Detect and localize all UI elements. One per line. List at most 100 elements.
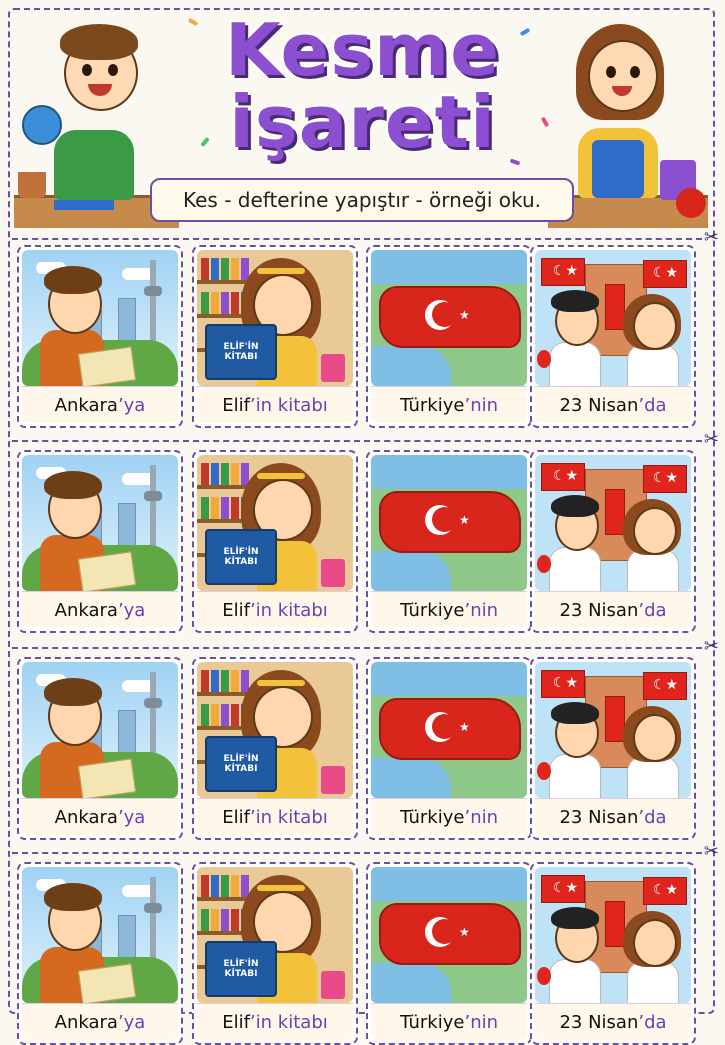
card-ankara[interactable]: Ankara’ya	[17, 245, 183, 428]
card-elif[interactable]: ELİF'İN KİTABI Elif’in kitabı	[192, 862, 358, 1045]
card-label: Türkiye’nin	[371, 1003, 527, 1040]
instruction-banner: Kes - defterine yapıştır - örneği oku.	[150, 178, 574, 222]
crescent-icon	[432, 919, 457, 944]
card-illustration: ELİF'İN KİTABI	[197, 867, 353, 1003]
label-stem: Türkiye	[399, 1011, 465, 1033]
globe-icon	[22, 105, 62, 145]
header: Kesme işareti Kes - defterine yapıştır -…	[0, 0, 725, 232]
card-elif[interactable]: ELİF'İN KİTABI Elif’in kitabı	[192, 245, 358, 428]
label-suffix: ’in kitabı	[249, 599, 328, 621]
card-nisan[interactable]: ☾★ ☾★ 23 Nisan’da	[530, 657, 696, 840]
book-spine	[211, 875, 219, 897]
book-spine	[231, 909, 239, 931]
balloon-icon	[537, 350, 551, 368]
balloon-icon	[537, 967, 551, 985]
book-spine	[231, 258, 239, 280]
boy-hair	[44, 266, 102, 294]
book-cover: ELİF'İN KİTABI	[205, 529, 277, 585]
label-suffix: ’in kitabı	[249, 1011, 328, 1033]
label-suffix: ’ya	[117, 806, 146, 828]
book-spine	[231, 704, 239, 726]
label-stem: 23 Nisan	[559, 1011, 639, 1033]
book-spine	[201, 258, 209, 280]
card-ankara[interactable]: Ankara’ya	[17, 657, 183, 840]
sea-area	[371, 867, 527, 901]
label-stem: Ankara	[54, 806, 118, 828]
pencil-cup-icon	[321, 354, 345, 382]
flag-banner	[605, 696, 625, 742]
label-suffix: ’da	[638, 1011, 667, 1033]
balloon-icon	[537, 762, 551, 780]
card-elif[interactable]: ELİF'İN KİTABI Elif’in kitabı	[192, 657, 358, 840]
sea-area	[371, 551, 451, 591]
scissors-icon[interactable]: ✂	[704, 229, 719, 247]
label-stem: Elif	[222, 394, 250, 416]
map-paper	[77, 758, 137, 798]
card-turkiye[interactable]: ★ Türkiye’nin	[366, 245, 532, 428]
scissors-icon[interactable]: ✂	[704, 431, 719, 449]
label-suffix: ’nin	[464, 599, 499, 621]
scissors-icon[interactable]: ✂	[704, 843, 719, 861]
crescent-star-icon: ☾★	[553, 880, 579, 896]
book-spine	[221, 909, 229, 931]
card-label: Ankara’ya	[22, 1003, 178, 1040]
boy-hair	[60, 24, 138, 60]
book-spine	[201, 497, 209, 519]
card-turkiye[interactable]: ★ Türkiye’nin	[366, 862, 532, 1045]
girl-eye	[606, 66, 616, 78]
card-nisan[interactable]: ☾★ ☾★ 23 Nisan’da	[530, 862, 696, 1045]
confetti-decoration	[509, 158, 521, 166]
card-ankara[interactable]: Ankara’ya	[17, 450, 183, 633]
card-illustration: ☾★ ☾★	[535, 867, 691, 1003]
plant-pot-icon	[18, 172, 46, 198]
crescent-icon	[432, 714, 457, 739]
pencil-cup-icon	[321, 766, 345, 794]
card-label: 23 Nisan’da	[535, 798, 691, 835]
girl-eye	[630, 66, 640, 78]
boy-shirt	[54, 130, 134, 200]
crescent-star-icon: ☾★	[553, 263, 579, 279]
book-spine	[231, 463, 239, 485]
boy-shirt	[549, 754, 601, 798]
star-icon: ★	[459, 925, 470, 939]
sea-area	[371, 963, 451, 1003]
card-illustration: ELİF'İN KİTABI	[197, 662, 353, 798]
crescent-star-icon: ☾★	[653, 882, 679, 898]
book-spine	[201, 670, 209, 692]
crescent-icon	[432, 302, 457, 327]
card-nisan[interactable]: ☾★ ☾★ 23 Nisan’da	[530, 245, 696, 428]
book-spine	[221, 258, 229, 280]
card-turkiye[interactable]: ★ Türkiye’nin	[366, 450, 532, 633]
card-label: Türkiye’nin	[371, 798, 527, 835]
crescent-star-icon: ☾★	[553, 468, 579, 484]
book-spine	[221, 670, 229, 692]
card-illustration: ☾★ ☾★	[535, 250, 691, 386]
girl-headband	[257, 473, 305, 479]
label-suffix: ’da	[638, 599, 667, 621]
label-suffix: ’nin	[464, 1011, 499, 1033]
book-icon	[54, 200, 114, 210]
book-spine	[211, 909, 219, 931]
girl-face	[633, 507, 677, 555]
girl-shirt	[627, 549, 679, 591]
book-spine	[221, 463, 229, 485]
girl-face	[633, 714, 677, 762]
girl-shirt	[627, 344, 679, 386]
label-stem: 23 Nisan	[559, 806, 639, 828]
card-turkiye[interactable]: ★ Türkiye’nin	[366, 657, 532, 840]
card-nisan[interactable]: ☾★ ☾★ 23 Nisan’da	[530, 450, 696, 633]
card-elif[interactable]: ELİF'İN KİTABI Elif’in kitabı	[192, 450, 358, 633]
title-line-2: işareti	[229, 80, 496, 164]
tv-tower-top	[144, 698, 162, 708]
tv-tower-top	[144, 491, 162, 501]
star-icon: ★	[459, 308, 470, 322]
book-spine	[221, 292, 229, 314]
card-label: Türkiye’nin	[371, 591, 527, 628]
label-suffix: ’ya	[117, 1011, 146, 1033]
boy-hair	[44, 471, 102, 499]
tv-tower-top	[144, 903, 162, 913]
label-suffix: ’in kitabı	[249, 806, 328, 828]
scissors-icon[interactable]: ✂	[704, 638, 719, 656]
card-ankara[interactable]: Ankara’ya	[17, 862, 183, 1045]
label-stem: Ankara	[54, 394, 118, 416]
